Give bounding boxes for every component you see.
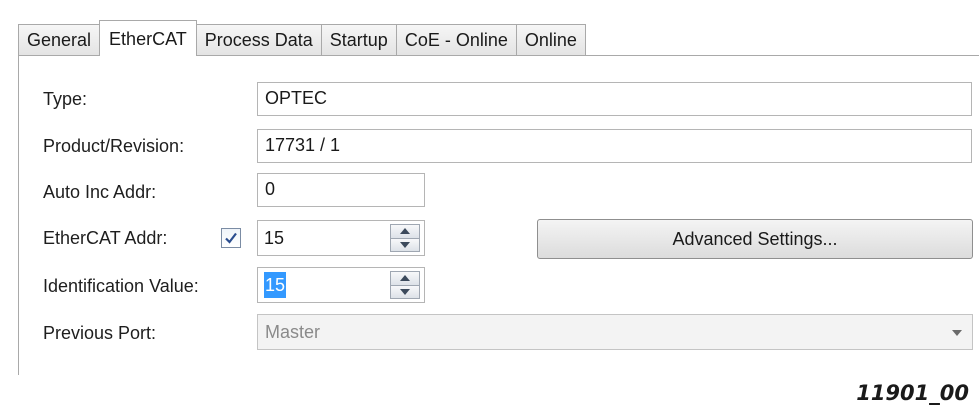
tab-strip: General EtherCAT Process Data Startup Co… (18, 20, 586, 56)
identification-value-increment[interactable] (390, 271, 420, 286)
chevron-down-icon (952, 330, 962, 336)
checkmark-icon (225, 232, 237, 244)
ethercat-device-dialog: General EtherCAT Process Data Startup Co… (0, 0, 979, 410)
tab-online[interactable]: Online (515, 24, 586, 56)
identification-value-value[interactable]: 15 (264, 272, 287, 298)
auto-inc-addr-field[interactable]: 0 (257, 173, 425, 207)
previous-port-value: Master (265, 322, 321, 342)
ethercat-addr-spin-buttons (390, 224, 420, 252)
previous-port-dropdown[interactable]: Master (257, 314, 973, 350)
up-arrow-icon (400, 275, 410, 282)
type-field[interactable]: OPTEC (257, 82, 972, 116)
tab-general[interactable]: General (18, 24, 101, 56)
type-label: Type: (43, 89, 88, 109)
down-arrow-icon (400, 288, 410, 295)
down-arrow-icon (400, 241, 410, 248)
previous-port-label: Previous Port: (43, 323, 157, 343)
ethercat-addr-label: EtherCAT Addr: (43, 228, 168, 248)
identification-value-spin-buttons (390, 271, 420, 299)
ethercat-addr-increment[interactable] (390, 224, 420, 239)
ethercat-panel: Type: OPTEC Product/Revision: 17731 / 1 … (18, 55, 979, 375)
tab-process-data[interactable]: Process Data (195, 24, 322, 56)
identification-value-label: Identification Value: (43, 276, 199, 296)
up-arrow-icon (400, 228, 410, 235)
ethercat-addr-checkbox[interactable] (221, 228, 241, 248)
ethercat-addr-stepper[interactable]: 15 (257, 220, 425, 256)
advanced-settings-button[interactable]: Advanced Settings... (537, 219, 973, 259)
ethercat-addr-decrement[interactable] (390, 237, 420, 252)
tab-ethercat[interactable]: EtherCAT (99, 20, 197, 56)
product-revision-label: Product/Revision: (43, 136, 185, 156)
tab-coe-online[interactable]: CoE - Online (395, 24, 517, 56)
identification-value-decrement[interactable] (390, 284, 420, 299)
auto-inc-addr-label: Auto Inc Addr: (43, 182, 157, 202)
figure-id: 11901_00 (856, 381, 969, 405)
ethercat-addr-value[interactable]: 15 (264, 225, 284, 251)
identification-value-stepper[interactable]: 15 (257, 267, 425, 303)
product-revision-field[interactable]: 17731 / 1 (257, 129, 972, 163)
tab-startup[interactable]: Startup (320, 24, 397, 56)
